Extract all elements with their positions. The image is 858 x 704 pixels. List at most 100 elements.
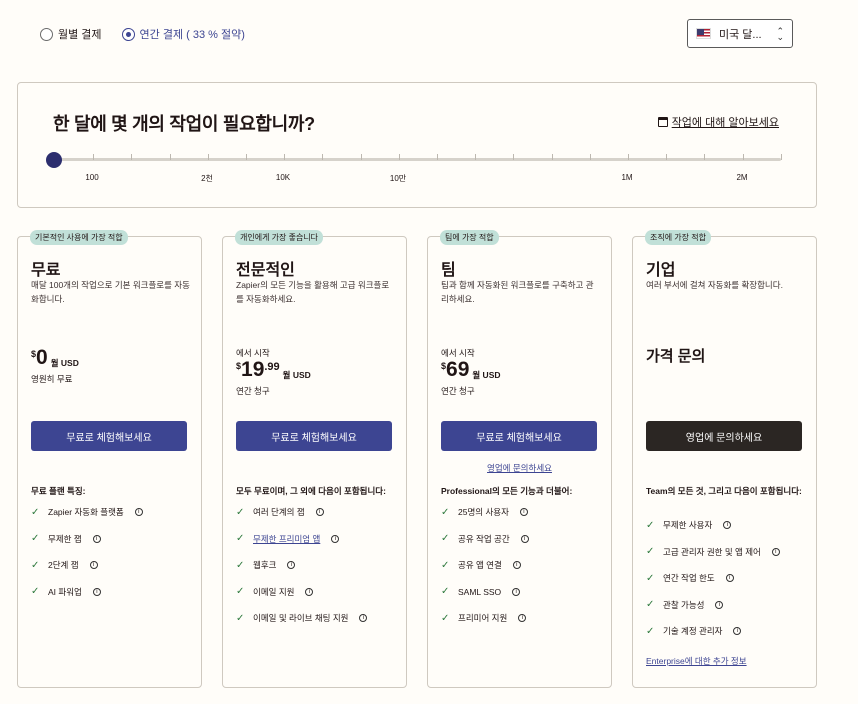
info-icon[interactable]: i: [518, 614, 527, 623]
feature-item: ✓ 무제한 사용자 i: [646, 512, 780, 539]
feature-label: 이메일 지원: [253, 586, 295, 597]
plan-cta-button[interactable]: 무료로 체험해보세요: [236, 421, 392, 451]
feature-label: 공유 앱 연결: [458, 560, 502, 571]
slider-tick: [207, 154, 209, 160]
plan-card: 조직에 가장 적합 기업 여러 부서에 걸쳐 자동화를 확장합니다. 가격 문의 영업에…: [632, 230, 817, 688]
info-icon[interactable]: i: [723, 521, 732, 530]
info-icon[interactable]: i: [89, 561, 98, 570]
price-note: 연간 청구: [441, 386, 475, 396]
check-icon: ✓: [236, 559, 245, 571]
feature-label: 기술 계정 관리자: [663, 626, 723, 637]
feature-item: ✓ 이메일 및 라이브 채팅 지원 i: [236, 605, 368, 632]
features-title: Team의 모든 것, 그리고 다음이 포함됩니다:: [646, 486, 802, 496]
feature-link[interactable]: 무제한 프리미엄 앱: [253, 533, 320, 545]
feature-item: ✓ 여러 단계의 잽 i: [236, 499, 367, 526]
plan-name: 기업: [646, 262, 676, 279]
feature-label: 무제한 잽: [48, 533, 82, 544]
check-icon: ✓: [236, 506, 245, 518]
currency-select[interactable]: 미국 달... ⌃ ⌄: [687, 19, 793, 48]
info-icon[interactable]: i: [134, 508, 143, 517]
info-icon[interactable]: i: [305, 587, 314, 596]
feature-item: ✓ 연간 작업 한도 i: [646, 565, 780, 592]
check-icon: ✓: [31, 559, 40, 571]
feature-label: AI 파워업: [48, 586, 82, 597]
monthly-billing-radio[interactable]: 월별 결제: [40, 26, 102, 42]
feature-item: ✓ 공유 작업 공간 i: [441, 526, 529, 553]
feature-item: ✓ 공유 앱 연결 i: [441, 552, 529, 579]
slider-tick: [589, 154, 591, 160]
feature-item: ✓ 무제한 프리미엄 앱 i: [236, 526, 367, 553]
contact-sales-link[interactable]: 영업에 문의하세요: [428, 462, 611, 474]
feature-list: ✓ 무제한 사용자 i ✓ 고급 관리자 권한 및 앱 제어 i ✓ 연간 작업 한도 i ✓ 관찰…: [646, 512, 780, 645]
info-icon[interactable]: i: [512, 587, 521, 596]
info-icon[interactable]: i: [520, 534, 529, 543]
task-slider-handle[interactable]: [46, 152, 62, 168]
slider-tick: [437, 154, 438, 160]
task-slider-track[interactable]: [55, 154, 782, 161]
feature-item: ✓ AI 파워업 i: [31, 579, 143, 606]
info-icon[interactable]: i: [331, 534, 340, 543]
plan-badge: 개인에게 가장 좋습니다: [235, 230, 324, 245]
plan-card: 개인에게 가장 좋습니다전문적인 Zapier의 모든 기능을 활용해 고급 워크…: [222, 230, 407, 688]
feature-label: SAML SSO: [458, 586, 502, 597]
price-note: 영원히 무료: [31, 374, 73, 384]
info-icon[interactable]: i: [725, 574, 734, 583]
plan-cta-button[interactable]: 무료로 체험해보세요: [31, 421, 187, 451]
enterprise-more-link[interactable]: Enterprise에 대한 추가 정보: [646, 655, 747, 667]
info-icon[interactable]: i: [771, 547, 780, 556]
check-icon: ✓: [646, 519, 655, 531]
info-icon[interactable]: i: [359, 614, 368, 623]
slider-tick: [513, 154, 515, 160]
plan-name: 팀: [441, 262, 456, 279]
plan-description: Zapier의 모든 기능을 활용해 고급 워크플로를 자동화하세요.: [236, 280, 390, 304]
feature-label: Zapier 자동화 플랫폼: [48, 507, 124, 518]
price-amount: 69: [446, 358, 470, 381]
tick-label: 10K: [275, 173, 291, 182]
slider-tick: [628, 154, 629, 160]
slider-tick: [780, 154, 782, 160]
plan-card: 팀에 가장 적합 팀 팀과 함께 자동화된 워크플로를 구축하고 관리하세요. 에서 …: [427, 230, 612, 688]
check-icon: ✓: [236, 586, 245, 598]
feature-item: ✓ 이메일 지원 i: [236, 579, 367, 606]
plan-description: 팀과 함께 자동화된 워크플로를 구축하고 관리하세요.: [441, 280, 594, 304]
check-icon: ✓: [646, 599, 655, 611]
info-icon[interactable]: i: [92, 587, 101, 596]
check-icon: ✓: [646, 625, 655, 637]
currency-label: 미국 달...: [719, 28, 762, 41]
info-icon[interactable]: i: [287, 561, 296, 570]
plan-badge: 조직에 가장 적합: [645, 230, 711, 245]
slider-tick: [322, 154, 324, 160]
plan-cta-button[interactable]: 영업에 문의하세요: [646, 421, 802, 451]
slider-tick: [666, 154, 668, 160]
feature-item: ✓ Zapier 자동화 플랫폼 i: [31, 499, 143, 526]
task-volume-panel: 한 달에 몇 개의 작업이 필요합니까? 작업에 대해 알아보세요 100 2천 1…: [17, 82, 817, 208]
info-icon[interactable]: i: [512, 561, 521, 570]
check-icon: ✓: [31, 533, 40, 545]
price-amount: 19: [241, 358, 265, 381]
tick-label: 2천: [201, 174, 213, 183]
slider-tick: [246, 154, 247, 160]
info-icon[interactable]: i: [519, 508, 528, 517]
info-icon[interactable]: i: [733, 627, 742, 636]
info-icon[interactable]: i: [715, 600, 724, 609]
learn-tasks-link[interactable]: 작업에 대해 알아보세요: [657, 114, 779, 130]
tick-label: 1M: [621, 173, 633, 182]
slider-tick: [742, 154, 744, 160]
check-icon: ✓: [31, 506, 40, 518]
feature-label: 공유 작업 공간: [458, 533, 510, 544]
annual-billing-radio[interactable]: 연간 결제 ( 33 % 절약): [121, 26, 245, 42]
plan-description: 매달 100개의 작업으로 기본 워크플로를 자동화합니다.: [31, 280, 190, 304]
feature-list: ✓ Zapier 자동화 플랫폼 i ✓ 무제한 잽 i ✓ 2단계 잽 i ✓ AI 파워업 i: [31, 499, 143, 605]
check-icon: ✓: [236, 533, 245, 545]
plan-name: 전문적인: [236, 262, 295, 279]
feature-item: ✓ 프리미어 지원 i: [441, 605, 529, 632]
info-icon[interactable]: i: [315, 508, 324, 517]
feature-list: ✓ 여러 단계의 잽 i ✓ 무제한 프리미엄 앱 i ✓ 웹후크 i ✓ 이메일 지원 i ✓ 이메일 …: [236, 499, 368, 632]
plan-cta-button[interactable]: 무료로 체험해보세요: [441, 421, 597, 451]
slider-tick: [398, 154, 400, 160]
info-icon[interactable]: i: [92, 534, 101, 543]
check-icon: ✓: [236, 612, 245, 624]
feature-label: 고급 관리자 권한 및 앱 제어: [663, 546, 761, 557]
feature-item: ✓ 무제한 잽 i: [31, 526, 143, 553]
feature-item: ✓ 관찰 가능성 i: [646, 592, 780, 619]
